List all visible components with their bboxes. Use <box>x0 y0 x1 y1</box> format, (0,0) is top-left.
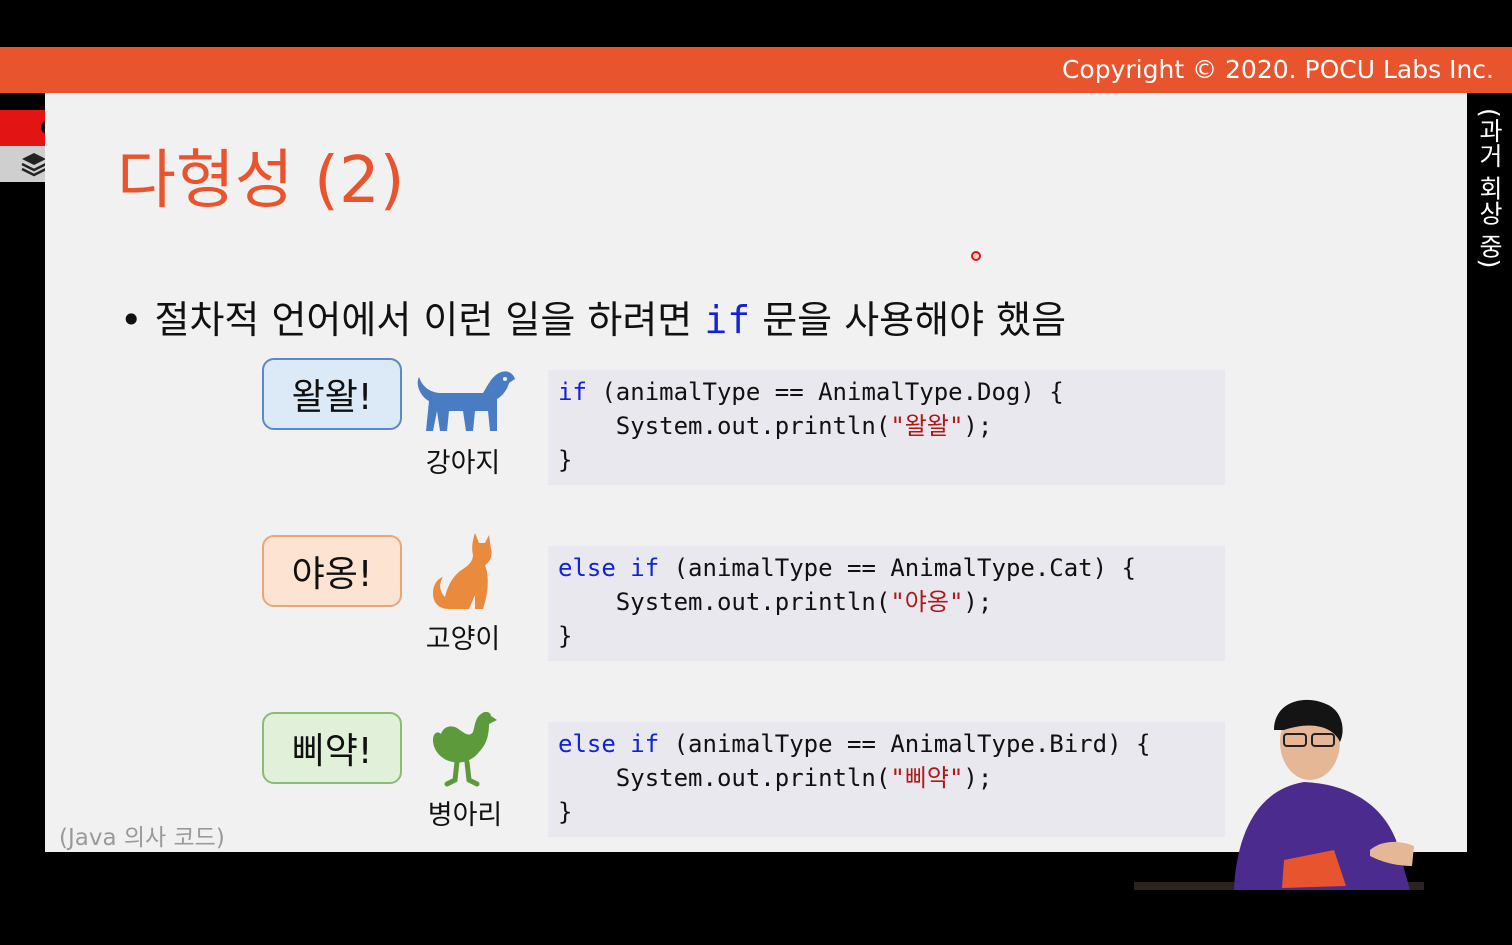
speech-bubble-dog: 왈왈! <box>262 358 402 430</box>
code-condition: (animalType == AnimalType.Bird) { <box>659 730 1151 758</box>
slide-title: 다형성 (2) <box>117 144 405 218</box>
code-print: System.out.println( <box>558 588 891 616</box>
dog-icon <box>417 371 515 431</box>
code-print: System.out.println( <box>558 412 891 440</box>
laser-pointer-dot <box>971 251 981 261</box>
bullet-text: • 절차적 언어에서 이런 일을 하려면 if 문을 사용해야 했음 <box>120 289 1066 344</box>
footnote: (Java 의사 코드) <box>59 825 225 851</box>
code-print: System.out.println( <box>558 764 891 792</box>
sound-text: 삐약! <box>291 731 373 772</box>
speech-bubble-chicken: 삐약! <box>262 712 402 784</box>
code-keyword: else if <box>558 730 660 758</box>
code-end: ); <box>963 764 993 792</box>
animal-label-dog: 강아지 <box>425 448 501 479</box>
cat-icon <box>433 533 492 609</box>
code-condition: (animalType == AnimalType.Dog) { <box>586 378 1064 406</box>
code-close: } <box>558 446 573 474</box>
sound-text: 야옹! <box>291 554 373 595</box>
code-condition: (animalType == AnimalType.Cat) { <box>659 554 1136 582</box>
animal-label-chicken: 병아리 <box>427 800 503 831</box>
code-keyword: else if <box>558 554 660 582</box>
code-keyword: if <box>558 378 587 406</box>
code-string: "왈왈" <box>890 412 964 440</box>
presenter-video <box>1134 699 1424 890</box>
copyright-text: Copyright © 2020. POCU Labs Inc. <box>1061 55 1494 84</box>
bullet-keyword: if <box>704 298 751 342</box>
code-string: "삐약" <box>890 764 964 792</box>
code-end: ); <box>963 588 993 616</box>
code-block-cat: else if (animalType == AnimalType.Cat) {… <box>548 546 1225 661</box>
flashback-label: (과거 회상 중) <box>1475 108 1504 269</box>
animal-label-cat: 고양이 <box>425 624 501 655</box>
code-block-chicken: else if (animalType == AnimalType.Bird) … <box>548 722 1225 837</box>
code-end: ); <box>963 412 993 440</box>
speech-bubble-cat: 야옹! <box>262 535 402 607</box>
stack-icon <box>21 153 47 177</box>
bullet-prefix: • 절차적 언어에서 이런 일을 하려면 <box>120 298 705 342</box>
header-bar: Copyright © 2020. POCU Labs Inc. <box>0 47 1512 93</box>
bullet-suffix: 문을 사용해야 했음 <box>750 298 1067 342</box>
code-block-dog: if (animalType == AnimalType.Dog) { Syst… <box>548 370 1225 485</box>
sound-text: 왈왈! <box>291 377 373 418</box>
code-string: "야옹" <box>890 588 964 616</box>
code-close: } <box>558 622 573 650</box>
code-close: } <box>558 798 573 826</box>
chicken-icon <box>433 711 497 787</box>
